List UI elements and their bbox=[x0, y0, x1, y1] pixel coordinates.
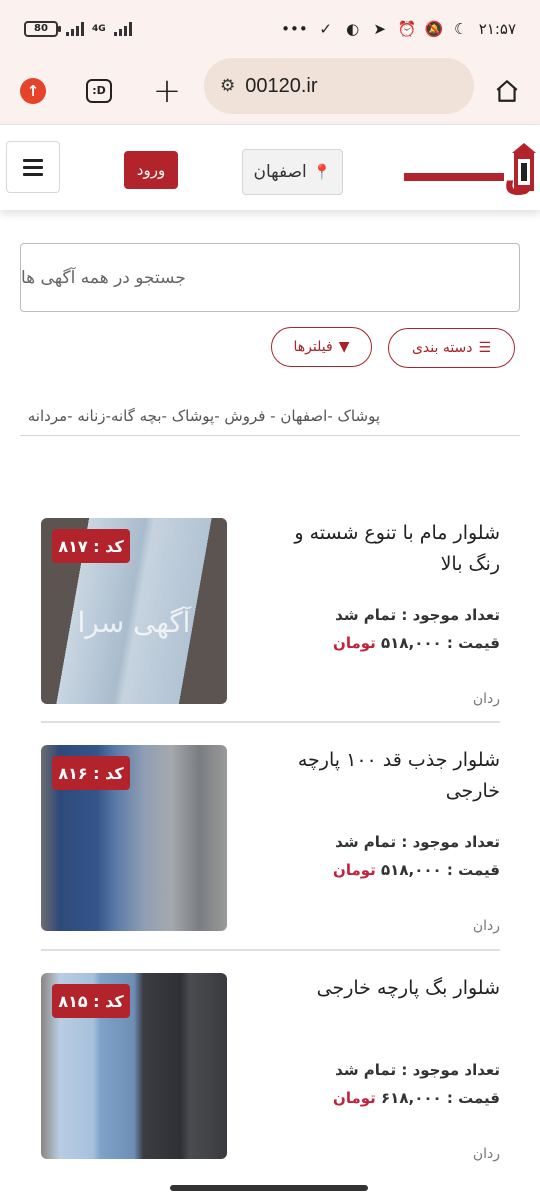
browser-toolbar: ↑ :D + ⚙ 00120.ir bbox=[0, 58, 540, 124]
listing-code-badge: کد : ۸۱۷ bbox=[52, 529, 130, 563]
listing-code-badge: کد : ۸۱۵ bbox=[52, 984, 130, 1018]
price-currency: تومان bbox=[333, 1089, 376, 1107]
city-selector[interactable]: اصفهان 📍 bbox=[242, 149, 343, 195]
listing-image[interactable]: کد : ۸۱۷ آگهی سرا bbox=[41, 518, 227, 704]
listing-stock: تعداد موجود : تمام شد bbox=[335, 606, 500, 624]
alarm-icon: ⏰ bbox=[397, 20, 417, 38]
upload-button[interactable]: ↑ bbox=[12, 70, 54, 112]
breadcrumb: پوشاک -اصفهان - فروش -پوشاک -بچه گانه-زن… bbox=[20, 404, 520, 436]
listing-title[interactable]: شلوار مام با تنوع شسته و رنگ بالا bbox=[260, 518, 500, 580]
battery-level: 80 bbox=[34, 23, 48, 34]
site-logo[interactable]: صفهان bbox=[404, 139, 536, 201]
upload-icon: ↑ bbox=[20, 78, 46, 104]
listing-shop: ردان bbox=[472, 918, 500, 934]
price-currency: تومان bbox=[333, 861, 376, 879]
tabs-button[interactable]: :D bbox=[78, 70, 120, 112]
logo-building-icon bbox=[512, 143, 536, 191]
search-input[interactable]: جستجو در همه آگهی ها bbox=[20, 243, 520, 312]
category-label: دسته بندی bbox=[411, 340, 473, 356]
category-button[interactable]: ☰ دسته بندی bbox=[388, 328, 515, 368]
moon-icon: ☾ bbox=[453, 20, 468, 38]
status-left: 80 4G bbox=[24, 21, 132, 37]
hamburger-menu-button[interactable] bbox=[6, 141, 60, 193]
listing-item[interactable]: کد : ۸۱۷ آگهی سرا شلوار مام با تنوع شسته… bbox=[41, 518, 500, 723]
listing-stock: تعداد موجود : تمام شد bbox=[335, 833, 500, 851]
list-icon: ☰ bbox=[478, 340, 492, 356]
vpn-icon: ◐ bbox=[346, 20, 360, 38]
listing-title[interactable]: شلوار بگ پارچه خارجی bbox=[260, 973, 500, 1004]
listing-divider bbox=[41, 721, 500, 723]
listing-shop: ردان bbox=[472, 691, 500, 707]
network-type: 4G bbox=[92, 23, 106, 34]
url-text: 00120.ir bbox=[245, 74, 318, 97]
gesture-nav-handle[interactable] bbox=[170, 1185, 368, 1191]
price-currency: تومان bbox=[333, 634, 376, 652]
listing-shop: ردان bbox=[472, 1146, 500, 1162]
listing-title[interactable]: شلوار جذب قد ۱۰۰ پارچه خارجی bbox=[260, 745, 500, 807]
clock: ۲۱:۵۷ bbox=[478, 20, 516, 38]
listing-price: قیمت : ۵۱۸,۰۰۰ تومان bbox=[333, 634, 500, 652]
site-header: ورود اصفهان 📍 صفهان bbox=[0, 124, 540, 210]
address-bar[interactable]: ⚙ 00120.ir bbox=[204, 58, 474, 114]
login-button[interactable]: ورود bbox=[124, 151, 178, 189]
listing-stock: تعداد موجود : تمام شد bbox=[335, 1061, 500, 1079]
signal-icon bbox=[66, 22, 84, 36]
price-value: قیمت : ۵۱۸,۰۰۰ bbox=[381, 861, 500, 879]
home-icon bbox=[496, 80, 518, 102]
status-right: ••• ✓ ◐ ➤ ⏰ 🔕 ☾ ۲۱:۵۷ bbox=[281, 20, 516, 38]
telegram-icon: ➤ bbox=[373, 20, 386, 38]
signal-icon-2 bbox=[113, 22, 132, 36]
listing-divider bbox=[41, 949, 500, 951]
filters-button[interactable]: ▼ فیلترها bbox=[271, 327, 372, 367]
home-button[interactable] bbox=[486, 70, 528, 112]
listing-price: قیمت : ۵۱۸,۰۰۰ تومان bbox=[333, 861, 500, 879]
tabs-icon: :D bbox=[86, 79, 112, 103]
listing-price: قیمت : ۶۱۸,۰۰۰ تومان bbox=[333, 1089, 500, 1107]
check-icon: ✓ bbox=[319, 20, 332, 38]
watermark: آگهی سرا bbox=[77, 606, 191, 639]
mute-icon: 🔕 bbox=[424, 20, 444, 38]
price-value: قیمت : ۵۱۸,۰۰۰ bbox=[381, 634, 500, 652]
more-notifications-icon: ••• bbox=[281, 20, 308, 38]
new-tab-button[interactable]: + bbox=[146, 70, 188, 112]
listing-item[interactable]: کد : ۸۱۶ شلوار جذب قد ۱۰۰ پارچه خارجی تع… bbox=[41, 745, 500, 950]
status-bar: 80 4G ••• ✓ ◐ ➤ ⏰ 🔕 ☾ ۲۱:۵۷ bbox=[0, 0, 540, 58]
city-name: اصفهان bbox=[253, 162, 307, 182]
filter-icon: ▼ bbox=[338, 339, 350, 355]
listing-item[interactable]: کد : ۸۱۵ شلوار بگ پارچه خارجی تعداد موجو… bbox=[41, 973, 500, 1178]
location-pin-icon: 📍 bbox=[312, 163, 332, 181]
battery-icon: 80 bbox=[24, 21, 61, 37]
filters-label: فیلترها bbox=[293, 339, 333, 355]
site-settings-icon[interactable]: ⚙ bbox=[220, 76, 235, 96]
price-value: قیمت : ۶۱۸,۰۰۰ bbox=[381, 1089, 500, 1107]
listing-code-badge: کد : ۸۱۶ bbox=[52, 756, 130, 790]
listing-image[interactable]: کد : ۸۱۵ bbox=[41, 973, 227, 1159]
listing-image[interactable]: کد : ۸۱۶ bbox=[41, 745, 227, 931]
plus-icon: + bbox=[152, 71, 182, 111]
